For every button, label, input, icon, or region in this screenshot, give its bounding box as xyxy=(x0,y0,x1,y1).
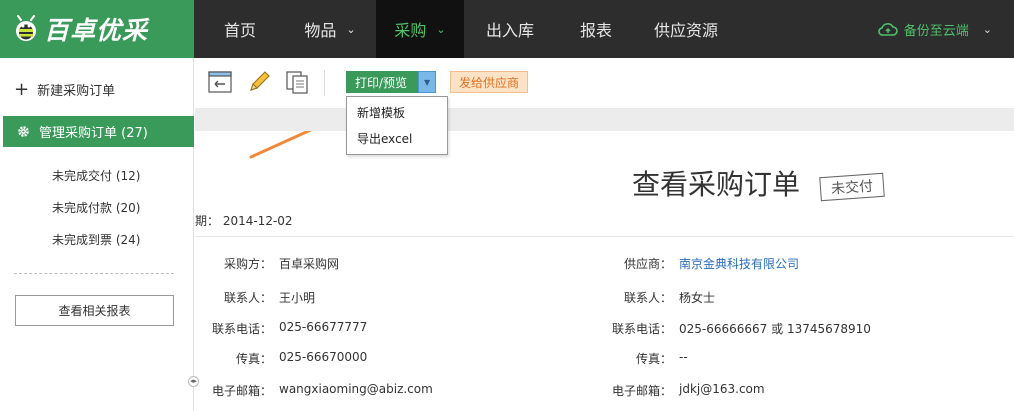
buyer-contact-value: 王小明 xyxy=(279,291,316,305)
back-icon[interactable] xyxy=(206,68,234,96)
buyer-fax-label: 传真： xyxy=(235,352,272,366)
sidebar: + 新建采购订单 管理采购订单 (27) 未完成交付 (12) 未完成付款 (2… xyxy=(0,58,199,411)
buyer-contact-label: 联系人： xyxy=(223,291,272,305)
nav-reports[interactable]: 报表 xyxy=(556,0,636,58)
sidebar-collapse-icon[interactable]: ◂▸ xyxy=(188,376,199,387)
status-stamp: 未交付 xyxy=(819,172,885,202)
new-order-label: 新建采购订单 xyxy=(37,84,116,99)
plus-icon: + xyxy=(14,78,30,100)
copy-icon[interactable] xyxy=(283,68,311,96)
supplier-phone-value: 025-66666667 或 13745678910 xyxy=(679,322,871,336)
nav-items-label: 物品 xyxy=(304,21,337,40)
nav-reports-label: 报表 xyxy=(579,21,612,40)
buyer-fax-value: 025-66670000 xyxy=(279,350,368,364)
bee-logo-icon xyxy=(16,15,36,41)
sidebar-item-undelivered[interactable]: 未完成交付 (12) xyxy=(52,167,140,184)
menu-item-new-template[interactable]: 新增模板 xyxy=(347,100,447,126)
backup-label: 备份至云端 xyxy=(903,23,969,39)
print-preview-button[interactable]: 打印/预览 ▼ xyxy=(346,71,437,93)
toolbar-separator xyxy=(324,70,325,96)
nav-home[interactable]: 首页 xyxy=(196,0,284,58)
sidebar-divider xyxy=(14,273,174,274)
chevron-down-icon: ⌄ xyxy=(982,22,992,36)
buyer-email-label: 电子邮箱： xyxy=(211,384,272,398)
content-header-bar xyxy=(195,108,1014,131)
nav-items[interactable]: 物品 ⌄ xyxy=(284,0,376,58)
gear-icon xyxy=(18,126,29,137)
chevron-down-icon: ⌄ xyxy=(346,22,356,36)
buyer-phone-label: 联系电话： xyxy=(211,322,272,336)
supplier-fax-label: 传真： xyxy=(635,352,672,366)
supplier-email-value: jdkj@163.com xyxy=(679,382,765,396)
menu-item-export-excel[interactable]: 导出excel xyxy=(347,126,447,152)
send-to-supplier-button[interactable]: 发给供应商 xyxy=(450,71,529,93)
manage-purchase-orders[interactable]: 管理采购订单 (27) xyxy=(3,116,194,147)
supplier-phone-label: 联系电话： xyxy=(611,322,672,336)
supplier-contact-value: 杨女士 xyxy=(679,291,716,305)
print-preview-label[interactable]: 打印/预览 xyxy=(346,71,419,93)
supplier-contact-label: 联系人： xyxy=(623,291,672,305)
chevron-down-icon: ⌄ xyxy=(436,22,446,36)
page-title: 查看采购订单 xyxy=(632,168,801,201)
sidebar-item-uninvoiced[interactable]: 未完成到票 (24) xyxy=(52,231,140,248)
top-navbar: 百卓优采 首页 物品 ⌄ 采购 ⌄ 出入库 报表 供应资源 备份至云端 ⌄ xyxy=(0,0,1014,58)
brand-name: 百卓优采 xyxy=(44,16,149,45)
nav-inventory-label: 出入库 xyxy=(485,21,534,40)
brand-logo-area[interactable]: 百卓优采 xyxy=(0,0,194,58)
order-date: 期： 2014-12-02 xyxy=(195,214,293,228)
nav-purchase[interactable]: 采购 ⌄ xyxy=(376,0,464,58)
new-purchase-order-button[interactable]: + 新建采购订单 xyxy=(14,80,115,99)
toolbar: 打印/预览 ▼ 发给供应商 xyxy=(195,58,1014,108)
buyer-label: 采购方： xyxy=(223,257,272,271)
nav-inventory[interactable]: 出入库 xyxy=(464,0,556,58)
nav-purchase-label: 采购 xyxy=(394,21,427,40)
manage-orders-label: 管理采购订单 (27) xyxy=(39,126,148,141)
supplier-label: 供应商： xyxy=(623,257,672,271)
nav-suppliers-label: 供应资源 xyxy=(653,21,718,40)
supplier-email-label: 电子邮箱： xyxy=(611,384,672,398)
supplier-name-link[interactable]: 南京金典科技有限公司 xyxy=(679,255,799,272)
section-divider xyxy=(195,236,1014,237)
buyer-email-value: wangxiaoming@abiz.com xyxy=(279,382,433,396)
edit-pencil-icon[interactable] xyxy=(245,68,273,96)
nav-home-label: 首页 xyxy=(223,21,256,40)
nav-suppliers[interactable]: 供应资源 xyxy=(636,0,736,58)
view-reports-button[interactable]: 查看相关报表 xyxy=(15,295,174,326)
cloud-upload-icon xyxy=(877,23,898,36)
buyer-phone-value: 025-66677777 xyxy=(279,320,368,334)
buyer-value: 百卓采购网 xyxy=(279,257,340,271)
print-dropdown-menu: 新增模板 导出excel xyxy=(346,96,448,155)
sidebar-item-unpaid[interactable]: 未完成付款 (20) xyxy=(52,199,140,216)
supplier-fax-value: -- xyxy=(679,350,688,364)
dropdown-caret-icon[interactable]: ▼ xyxy=(418,71,437,93)
backup-cloud-button[interactable]: 备份至云端 ⌄ xyxy=(877,0,992,58)
main-nav: 首页 物品 ⌄ 采购 ⌄ 出入库 报表 供应资源 xyxy=(196,0,736,58)
